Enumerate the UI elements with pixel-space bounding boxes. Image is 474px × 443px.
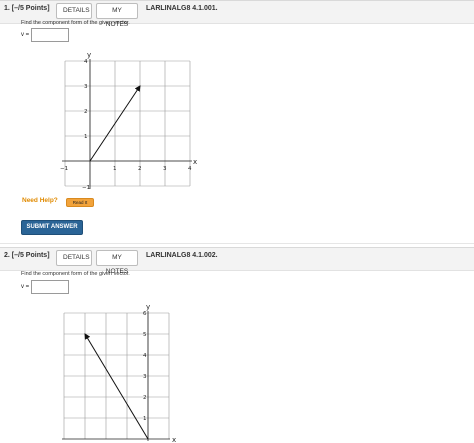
x-tick-label: 1 xyxy=(113,166,117,172)
question-points: [–/5 Points] xyxy=(11,5,50,12)
grid xyxy=(63,312,170,439)
my-notes-button[interactable]: MY NOTES xyxy=(96,250,138,275)
grid xyxy=(64,60,191,187)
y-tick-label: 4 xyxy=(84,59,88,65)
question-1-vector-graph: x y −1 1 2 3 4 −1 1 2 3 4 xyxy=(60,51,197,191)
question-2-header: 2. [–/5 Points] DETAILS MY NOTES LARLINA… xyxy=(0,247,474,275)
question-number: 2. xyxy=(4,252,10,259)
x-tick-label: −1 xyxy=(60,166,68,172)
question-divider xyxy=(0,243,474,244)
my-notes-button[interactable]: MY NOTES xyxy=(96,3,138,28)
question-1-prompt: Find the component form of the given vec… xyxy=(21,20,130,26)
x-axis-label: x xyxy=(172,436,176,443)
y-axis-label: y xyxy=(146,303,150,311)
need-help-label: Need Help? xyxy=(22,197,58,204)
y-tick-label: 3 xyxy=(143,374,147,380)
question-2-vector-graph: x y 1 2 3 4 5 6 xyxy=(62,303,176,443)
question-1-answer-label: v = xyxy=(21,32,30,38)
y-tick-label: 3 xyxy=(84,84,88,90)
question-2-prompt: Find the component form of the given vec… xyxy=(21,271,130,277)
question-code: LARLINALG8 4.1.001. xyxy=(146,5,218,12)
details-button[interactable]: DETAILS xyxy=(56,250,92,266)
y-tick-label: −1 xyxy=(82,185,90,191)
submit-answer-button[interactable]: SUBMIT ANSWER xyxy=(21,220,83,235)
question-code: LARLINALG8 4.1.002. xyxy=(146,252,218,259)
question-2-answer-label: v = xyxy=(21,284,30,290)
details-button[interactable]: DETAILS xyxy=(56,3,92,19)
question-points: [–/5 Points] xyxy=(11,252,50,259)
y-tick-label: 2 xyxy=(84,109,88,115)
question-number: 1. xyxy=(4,5,10,12)
y-axis-label: y xyxy=(87,51,91,59)
vector-arrow xyxy=(84,333,149,440)
y-tick-label: 1 xyxy=(143,416,147,422)
y-tick-label: 1 xyxy=(84,134,88,140)
y-tick-label: 5 xyxy=(143,332,147,338)
question-1-answer-input[interactable] xyxy=(31,28,69,42)
y-tick-label: 2 xyxy=(143,395,147,401)
read-it-button[interactable]: Read It xyxy=(66,198,94,207)
y-tick-label: 4 xyxy=(143,353,147,359)
x-axis-label: x xyxy=(193,158,197,166)
question-1-number: 1. [–/5 Points] xyxy=(4,5,50,12)
x-tick-label: 2 xyxy=(138,166,142,172)
question-2-number: 2. [–/5 Points] xyxy=(4,252,50,259)
x-tick-label: 3 xyxy=(163,166,167,172)
x-tick-label: 4 xyxy=(188,166,192,172)
y-tick-label: 6 xyxy=(143,311,147,317)
question-2-answer-input[interactable] xyxy=(31,280,69,294)
